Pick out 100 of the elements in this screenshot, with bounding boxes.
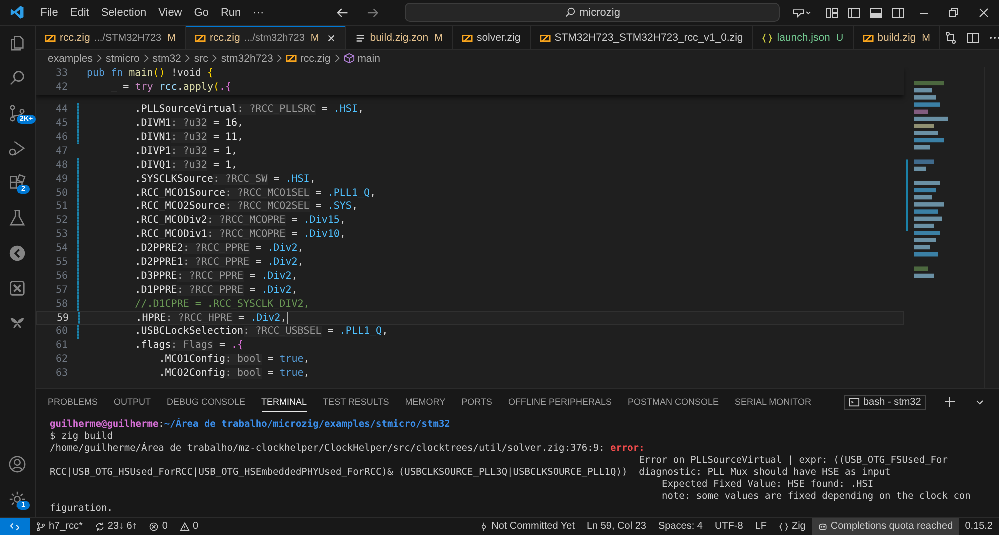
code-token: .D2PPRE2 — [135, 243, 184, 254]
editor-tab[interactable]: build.zig M — [854, 26, 940, 49]
panel-tab[interactable]: TERMINAL — [262, 392, 308, 412]
code-token: try — [135, 82, 154, 94]
breadcrumb-item[interactable]: examples — [48, 52, 93, 64]
remote-button[interactable] — [0, 518, 30, 535]
panel-tab[interactable]: TEST RESULTS — [323, 392, 390, 412]
breadcrumb-item[interactable]: main — [358, 52, 380, 64]
breadcrumb-item[interactable]: stmicro — [106, 52, 140, 64]
panel-tab[interactable]: POSTMAN CONSOLE — [628, 392, 719, 412]
line-number: 52 — [54, 215, 68, 226]
files-icon[interactable] — [8, 34, 27, 53]
account-icon[interactable] — [8, 455, 27, 474]
inlay-hint: : ?RCC_SW — [213, 174, 268, 185]
code-token: 1 — [226, 160, 232, 171]
layout-icon[interactable] — [825, 6, 839, 20]
panel-tab[interactable]: DEBUG CONSOLE — [167, 392, 246, 412]
close-icon[interactable] — [977, 6, 991, 20]
code-token: , — [238, 132, 244, 143]
status-item[interactable]: Spaces: 4 — [652, 518, 709, 535]
x-box-icon[interactable] — [8, 279, 27, 298]
menu-item[interactable]: Go — [188, 6, 215, 18]
code-token: true — [280, 368, 304, 380]
breadcrumb-item[interactable]: stm32 — [152, 52, 182, 64]
breadcrumb-item[interactable]: stm32h723 — [221, 52, 274, 64]
panel-tab[interactable]: MEMORY — [405, 392, 446, 412]
status-item[interactable]: LF — [749, 518, 773, 535]
terminal-selector[interactable]: bash - stm32 — [844, 394, 926, 410]
restore-icon[interactable] — [947, 6, 961, 20]
zig-file-icon — [540, 32, 551, 44]
flask-icon[interactable] — [8, 209, 27, 228]
braces-icon — [762, 32, 774, 44]
split-editor-icon[interactable] — [966, 30, 980, 44]
status-item[interactable]: 0 — [143, 518, 174, 535]
compare-changes-icon[interactable] — [944, 30, 958, 44]
panel-toggle-icon[interactable] — [869, 6, 883, 20]
status-item[interactable]: 0 — [174, 518, 204, 535]
panel-tab[interactable]: PROBLEMS — [48, 392, 98, 412]
status-item[interactable]: UTF-8 — [708, 518, 750, 535]
panel-tab[interactable]: OUTPUT — [114, 392, 152, 412]
code-token: .PLL1_Q — [328, 188, 370, 199]
line-number: 33 — [54, 68, 68, 80]
run-debug-icon[interactable] — [8, 139, 27, 158]
secondary-sidebar-icon[interactable] — [891, 6, 905, 20]
chevron-icon — [142, 54, 150, 63]
zig-file-icon — [462, 32, 473, 44]
plus-icon[interactable] — [943, 395, 958, 409]
inlay-hint: : ?u32 — [171, 160, 208, 171]
breadcrumb-item[interactable]: rcc.zig — [300, 52, 331, 64]
code-token: .PLL1_Q — [340, 326, 382, 338]
status-item[interactable]: Zig — [772, 518, 812, 535]
menu-item[interactable]: ··· — [247, 6, 270, 18]
status-item[interactable]: Completions quota reached — [812, 518, 960, 535]
code-token: .DIVM1 — [135, 118, 172, 130]
code-token: , — [358, 104, 364, 116]
status-item[interactable]: 23↓ 6↑ — [88, 518, 144, 535]
code-token: .Div2 — [262, 270, 292, 282]
code-token: ( — [213, 82, 220, 94]
status-item[interactable]: Not Committed Yet — [472, 518, 581, 535]
line-number: 51 — [54, 201, 68, 212]
menu-item[interactable]: Edit — [64, 6, 96, 18]
code-token: _ = — [111, 82, 130, 94]
code-token: , — [238, 118, 244, 130]
panel-tab[interactable]: SERIAL MONITOR — [734, 392, 812, 412]
code-token: , — [370, 188, 376, 199]
command-center-search[interactable]: microzig — [405, 3, 780, 22]
panel-tab[interactable]: PORTS — [462, 392, 492, 412]
code-token: = — [316, 201, 323, 212]
line-number: 54 — [54, 243, 68, 254]
search-icon[interactable] — [8, 69, 27, 88]
code-token: .flags — [135, 340, 172, 352]
code-token: .Div2 — [250, 312, 281, 324]
code-token: , — [298, 243, 304, 254]
code-token: rcc — [159, 82, 178, 94]
sidebar-toggle-icon[interactable] — [847, 6, 861, 20]
status-item[interactable]: h7_rcc* — [30, 518, 89, 535]
inlay-hint: : ?u32 — [171, 118, 208, 130]
editor-tab[interactable]: rcc.zig .../stm32h723 M — [186, 26, 346, 49]
menu-item[interactable]: View — [152, 6, 188, 18]
line-number: 47 — [54, 146, 68, 157]
panel-tab[interactable]: OFFLINE PERIPHERALS — [508, 392, 612, 412]
terminal-text: error: — [610, 443, 645, 454]
code-token: , — [298, 257, 304, 268]
terminal-text: ~/Área de trabalho/microzig/examples/stmicro/stm32 — [164, 419, 450, 430]
forward-arrow-icon[interactable] — [366, 6, 380, 20]
inlay-hint: : ?RCC_PPRE — [177, 270, 244, 282]
code-token: = — [238, 312, 246, 324]
chevron-icon — [334, 54, 341, 63]
editor-tab[interactable]: STM32H723_STM32H723_rcc_v1_0.zig — [530, 26, 754, 49]
menu-item[interactable]: Run — [214, 6, 248, 18]
breadcrumb-item[interactable]: src — [194, 52, 208, 64]
status-item[interactable]: Ln 59, Col 23 — [580, 518, 652, 535]
status-item[interactable]: 0.15.2 — [959, 518, 999, 535]
menu-item[interactable]: Selection — [95, 6, 153, 18]
line-number: 53 — [54, 229, 68, 240]
menu-item[interactable]: File — [34, 6, 64, 18]
terminal-text: figuration. — [50, 503, 113, 514]
inlay-hint: : ?RCC_MCO2SEL — [225, 201, 310, 212]
close-icon[interactable] — [327, 34, 336, 42]
code-token: , — [232, 160, 238, 171]
